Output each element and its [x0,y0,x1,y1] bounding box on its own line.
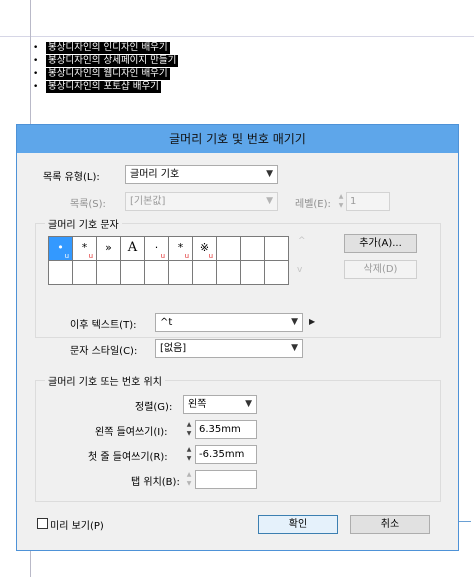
bullet-cell[interactable]: A [121,237,145,261]
spin-up-icon[interactable]: ▲ [185,470,193,479]
bullet-cell[interactable] [169,261,193,285]
bullet-cell[interactable]: * u [73,237,97,261]
text-after-value: ^t [160,317,173,328]
bullet-position-group-title: 글머리 기호 또는 번호 위치 [45,373,165,388]
bullet-grid-row [49,261,289,285]
spin-up-icon[interactable]: ▲ [185,445,193,454]
bullet-cell[interactable]: · u [145,237,169,261]
spin-down-icon[interactable]: ▼ [185,454,193,463]
level-label: 레벨(E): [295,199,331,210]
chevron-down-icon: ▼ [266,196,273,206]
scroll-down-icon[interactable]: v [297,265,302,275]
frame-edge-line [459,521,471,522]
first-line-indent-spinner[interactable]: ▲ ▼ [185,445,193,464]
unicode-marker: u [208,252,213,260]
bullet-cell[interactable] [193,261,217,285]
bullet-glyph: • [33,43,39,53]
bullet-cell[interactable] [217,237,241,261]
bullet-cell[interactable] [241,237,265,261]
bullet-cell[interactable]: * u [169,237,193,261]
spin-up-icon[interactable]: ▲ [185,420,193,429]
bullet-cell[interactable] [121,261,145,285]
alignment-value: 왼쪽 [188,399,207,410]
bullet-cell[interactable] [97,261,121,285]
char-style-label: 문자 스타일(C): [70,346,138,357]
unicode-marker: u [184,252,189,260]
list-type-value: 글머리 기호 [130,169,180,180]
tab-position-label: 탭 위치(B): [131,477,180,488]
list-type-dropdown[interactable]: 글머리 기호 ▼ [125,165,278,184]
bullet-glyph: • [33,82,39,92]
bullet-glyph: • [33,56,39,66]
bullet-cell[interactable]: • u [49,237,73,261]
alignment-label: 정렬(G): [135,402,173,413]
unicode-marker: u [160,252,165,260]
chevron-down-icon: ▼ [291,317,298,327]
selected-text: 봉상디자인의 포토샵 배우기 [46,81,161,93]
spin-up-icon[interactable]: ▲ [337,192,345,201]
bullet-grid-row: • u * u » A · u * u ※ u [49,237,289,261]
preview-checkbox[interactable] [37,518,48,529]
chevron-down-icon: ▼ [245,399,252,409]
bullet-cell[interactable]: » [97,237,121,261]
dialog-title-bar[interactable]: 글머리 기호 및 번호 매기기 [17,125,458,153]
bullet-glyph: • [33,69,39,79]
margin-guide-horizontal [0,36,474,37]
spin-down-icon[interactable]: ▼ [185,479,193,488]
text-after-dropdown[interactable]: ^t ▼ [155,313,303,332]
bullet-cell[interactable] [265,261,289,285]
bullet-characters-group-title: 글머리 기호 문자 [45,216,122,231]
first-line-indent-input[interactable]: -6.35mm [195,445,257,464]
flyout-arrow-icon[interactable]: ▶ [309,317,315,326]
bullet-cell[interactable] [241,261,265,285]
selected-text: 봉상디자인의 웹디자인 배우기 [46,68,170,80]
selected-text: 봉상디자인의 상세페이지 만들기 [46,55,179,67]
bullet-cell[interactable] [265,237,289,261]
tab-position-spinner[interactable]: ▲ ▼ [185,470,193,489]
alignment-dropdown[interactable]: 왼쪽 ▼ [183,395,257,414]
left-indent-input[interactable]: 6.35mm [195,420,257,439]
preview-label: 미리 보기(P) [50,521,104,532]
bullet-character-grid: • u * u » A · u * u ※ u [48,236,289,285]
bullet-cell[interactable]: ※ u [193,237,217,261]
spin-down-icon[interactable]: ▼ [337,201,345,210]
bullet-cell[interactable] [73,261,97,285]
text-after-label: 이후 텍스트(T): [70,320,137,331]
char-style-value: [없음] [160,343,187,354]
level-input[interactable]: 1 [346,192,390,211]
level-spinner[interactable]: ▲ ▼ [337,192,345,211]
ok-button[interactable]: 확인 [258,515,338,534]
tab-position-input[interactable] [195,470,257,489]
list-dropdown[interactable]: [기본값] ▼ [125,192,278,211]
selected-text: 봉상디자인의 인디자인 배우기 [46,42,170,54]
bullets-numbering-dialog: 글머리 기호 및 번호 매기기 목록 유형(L): 글머리 기호 ▼ 목록(S)… [16,124,459,551]
bullet-cell[interactable] [49,261,73,285]
left-indent-spinner[interactable]: ▲ ▼ [185,420,193,439]
scroll-up-icon[interactable]: ^ [298,236,306,246]
bullet-cell[interactable] [145,261,169,285]
list-type-label: 목록 유형(L): [43,172,100,183]
add-button[interactable]: 추가(A)... [344,234,417,253]
left-indent-label: 왼쪽 들여쓰기(I): [95,427,168,438]
spin-down-icon[interactable]: ▼ [185,429,193,438]
list-label: 목록(S): [70,199,106,210]
list-value: [기본값] [130,196,166,207]
chevron-down-icon: ▼ [291,343,298,353]
first-line-indent-label: 첫 줄 들여쓰기(R): [88,452,168,463]
unicode-marker: u [64,252,69,260]
chevron-down-icon: ▼ [266,169,273,179]
delete-button[interactable]: 삭제(D) [344,260,417,279]
char-style-dropdown[interactable]: [없음] ▼ [155,339,303,358]
dialog-body: 목록 유형(L): 글머리 기호 ▼ 목록(S): [기본값] ▼ 레벨(E):… [25,153,450,544]
cancel-button[interactable]: 취소 [350,515,430,534]
bullet-cell[interactable] [217,261,241,285]
unicode-marker: u [88,252,93,260]
